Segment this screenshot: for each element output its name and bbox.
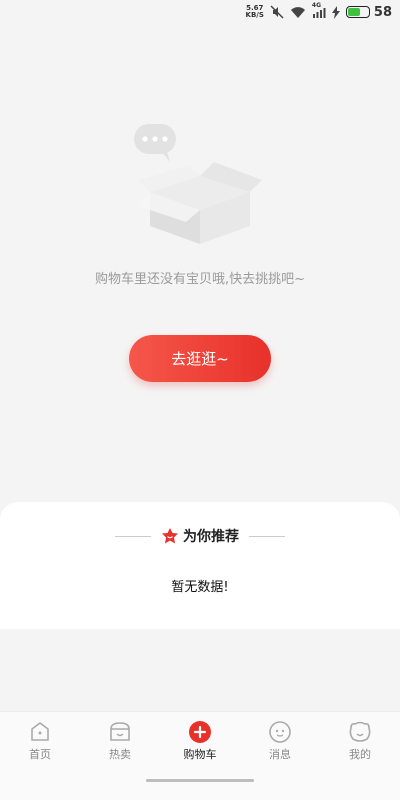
network-speed: 5.67 KB/S <box>246 5 264 19</box>
profile-icon <box>349 721 371 742</box>
tab-profile[interactable]: 我的 <box>320 712 400 766</box>
gesture-bar-area <box>0 766 400 800</box>
recommend-section: 为你推荐 暂无数据! <box>0 502 400 629</box>
no-data-message: 暂无数据! <box>171 580 229 595</box>
home-icon <box>31 722 49 741</box>
shop-icon <box>110 722 130 741</box>
network-speed-unit: KB/S <box>245 11 264 19</box>
status-icons: 5.67 KB/S 4G 58 <box>246 2 392 21</box>
charging-icon <box>331 5 340 19</box>
divider-right <box>249 535 285 537</box>
recommend-header: 为你推荐 <box>0 525 400 547</box>
signal-icon: 4G <box>312 2 326 19</box>
cart-plus-icon <box>189 721 211 743</box>
battery-level: 58 <box>373 4 392 20</box>
go-shopping-button[interactable]: 去逛逛~ <box>129 335 271 382</box>
message-icon <box>269 721 291 743</box>
tab-label: 我的 <box>349 748 371 761</box>
empty-box-icon <box>134 124 262 244</box>
recommend-title: 为你推荐 <box>183 529 239 545</box>
tab-label: 购物车 <box>183 748 217 761</box>
tab-cart[interactable]: 购物车 <box>160 712 240 766</box>
mute-icon <box>270 5 284 19</box>
tab-label: 首页 <box>29 748 51 761</box>
tab-hot-sale[interactable]: 热卖 <box>80 712 160 766</box>
recommend-badge-icon <box>162 528 178 544</box>
tab-messages[interactable]: 消息 <box>240 712 320 766</box>
bottom-tab-bar: 首页 热卖 购物车 消息 我的 <box>0 711 400 766</box>
wifi-icon <box>290 6 305 18</box>
divider-left <box>115 535 151 537</box>
tab-label: 热卖 <box>109 748 131 761</box>
tab-label: 消息 <box>269 748 291 761</box>
tab-home[interactable]: 首页 <box>0 712 80 766</box>
status-bar: 5.67 KB/S 4G 58 <box>0 0 400 24</box>
home-indicator[interactable] <box>146 779 254 782</box>
battery-icon <box>345 6 370 18</box>
empty-cart-message: 购物车里还没有宝贝哦,快去挑挑吧~ <box>94 272 306 287</box>
